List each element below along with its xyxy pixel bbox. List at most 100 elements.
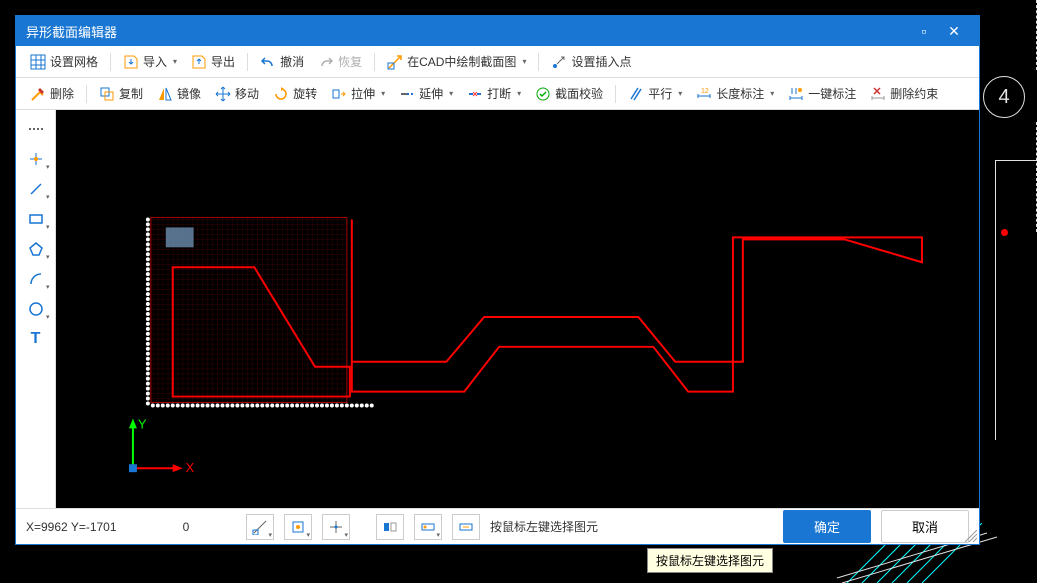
auto-dim-icon	[788, 86, 804, 102]
rotate-icon	[273, 86, 289, 102]
toolbar-row-1: 设置网格 导入▾ 导出 撤消 恢复 在CAD中绘制截面图▾ 设置插入点	[16, 46, 979, 78]
toggle-a-button[interactable]	[376, 514, 404, 540]
canvas-area: ▾ ▾ ▾ ▾ ▾ ▾ T	[16, 110, 979, 508]
drawing-svg: Y X	[56, 110, 979, 508]
coord-readout: X=9962 Y=-1701	[26, 520, 156, 534]
mirror-icon	[157, 86, 173, 102]
mirror-button[interactable]: 镜像	[151, 82, 207, 105]
length-dim-label: 长度标注	[716, 85, 764, 102]
stretch-icon	[331, 86, 347, 102]
tool-rect[interactable]: ▾	[21, 206, 51, 232]
cancel-button[interactable]: 取消	[881, 510, 969, 543]
auto-dim-button[interactable]: 一键标注	[782, 82, 862, 105]
set-grid-button[interactable]: 设置网格	[24, 50, 104, 73]
export-icon	[191, 54, 207, 70]
maximize-button[interactable]: ▫	[909, 23, 939, 39]
drawing-viewport[interactable]: Y X	[56, 110, 979, 508]
ok-button[interactable]: 确定	[783, 510, 871, 543]
section-editor-dialog: 异形截面编辑器 ▫ ✕ 设置网格 导入▾ 导出 撤消 恢复 在C	[15, 15, 980, 545]
statusbar: X=9962 Y=-1701 0 ▾ ▾ ▾ ▾ 按鼠标左键选择图元 确定 取消	[16, 508, 979, 544]
redo-label: 恢复	[338, 53, 362, 70]
import-button[interactable]: 导入▾	[117, 50, 183, 73]
undo-icon	[260, 54, 276, 70]
undo-label: 撤消	[280, 53, 304, 70]
bg-section-outline	[995, 160, 1037, 440]
snap-mode-button[interactable]: ▾	[284, 514, 312, 540]
resize-grip-icon[interactable]	[965, 530, 977, 542]
copy-button[interactable]: 复制	[93, 82, 149, 105]
insert-point-icon	[551, 54, 567, 70]
close-button[interactable]: ✕	[939, 23, 969, 40]
status-hint: 按鼠标左键选择图元	[490, 518, 598, 535]
redo-icon	[318, 54, 334, 70]
break-icon	[467, 86, 483, 102]
length-dim-icon: 12	[696, 86, 712, 102]
snap-endpoint-button[interactable]: ▾	[246, 514, 274, 540]
rotate-button[interactable]: 旋转	[267, 82, 323, 105]
window-title: 异形截面编辑器	[26, 22, 117, 41]
export-label: 导出	[211, 53, 235, 70]
redo-button: 恢复	[312, 50, 368, 73]
import-icon	[123, 54, 139, 70]
toggle-c-button[interactable]	[452, 514, 480, 540]
delete-constraint-label: 删除约束	[890, 85, 938, 102]
status-zero: 0	[166, 520, 206, 534]
extend-icon	[399, 86, 415, 102]
tool-dots[interactable]	[21, 116, 51, 142]
parallel-button[interactable]: 平行▾	[622, 82, 688, 105]
delete-label: 删除	[50, 85, 74, 102]
draw-in-cad-button[interactable]: 在CAD中绘制截面图▾	[381, 50, 532, 73]
rotate-label: 旋转	[293, 85, 317, 102]
validate-button[interactable]: 截面校验	[529, 82, 609, 105]
export-button[interactable]: 导出	[185, 50, 241, 73]
validate-label: 截面校验	[555, 85, 603, 102]
auto-dim-label: 一键标注	[808, 85, 856, 102]
tool-polygon[interactable]: ▾	[21, 236, 51, 262]
axis-x-label: X	[186, 460, 195, 475]
copy-icon	[99, 86, 115, 102]
tool-circle[interactable]: ▾	[21, 296, 51, 322]
break-label: 打断	[487, 85, 511, 102]
set-grid-label: 设置网格	[50, 53, 98, 70]
delete-icon	[30, 86, 46, 102]
bg-marker-label: 4	[998, 86, 1009, 109]
cad-icon	[387, 54, 403, 70]
mirror-label: 镜像	[177, 85, 201, 102]
stretch-label: 拉伸	[351, 85, 375, 102]
set-insert-point-button[interactable]: 设置插入点	[545, 50, 637, 73]
move-label: 移动	[235, 85, 259, 102]
validate-icon	[535, 86, 551, 102]
tooltip: 按鼠标左键选择图元	[647, 548, 773, 573]
move-icon	[215, 86, 231, 102]
toggle-b-button[interactable]: ▾	[414, 514, 442, 540]
tool-point[interactable]: ▾	[21, 146, 51, 172]
insert-point-label: 设置插入点	[571, 53, 631, 70]
extend-label: 延伸	[419, 85, 443, 102]
delete-constraint-button[interactable]: 删除约束	[864, 82, 944, 105]
tooltip-text: 按鼠标左键选择图元	[656, 554, 764, 568]
copy-label: 复制	[119, 85, 143, 102]
ortho-button[interactable]: ▾	[322, 514, 350, 540]
parallel-icon	[628, 86, 644, 102]
grid-icon	[30, 54, 46, 70]
tool-arc[interactable]: ▾	[21, 266, 51, 292]
titlebar[interactable]: 异形截面编辑器 ▫ ✕	[16, 16, 979, 46]
tool-line[interactable]: ▾	[21, 176, 51, 202]
draw-tools-panel: ▾ ▾ ▾ ▾ ▾ ▾ T	[16, 110, 56, 508]
length-dim-button[interactable]: 12 长度标注▾	[690, 82, 780, 105]
tool-text[interactable]: T	[21, 326, 51, 352]
cad-label: 在CAD中绘制截面图	[407, 53, 516, 70]
extend-button[interactable]: 延伸▾	[393, 82, 459, 105]
import-label: 导入	[143, 53, 167, 70]
move-button[interactable]: 移动	[209, 82, 265, 105]
bg-marker-circle: 4	[983, 76, 1025, 118]
stretch-button[interactable]: 拉伸▾	[325, 82, 391, 105]
bg-leader-line	[1005, 0, 1037, 70]
toolbar-row-2: 删除 复制 镜像 移动 旋转 拉伸▾ 延伸▾ 打断▾	[16, 78, 979, 110]
delete-constraint-icon	[870, 86, 886, 102]
delete-button[interactable]: 删除	[24, 82, 80, 105]
parallel-label: 平行	[648, 85, 672, 102]
undo-button[interactable]: 撤消	[254, 50, 310, 73]
break-button[interactable]: 打断▾	[461, 82, 527, 105]
axis-y-label: Y	[138, 416, 147, 431]
